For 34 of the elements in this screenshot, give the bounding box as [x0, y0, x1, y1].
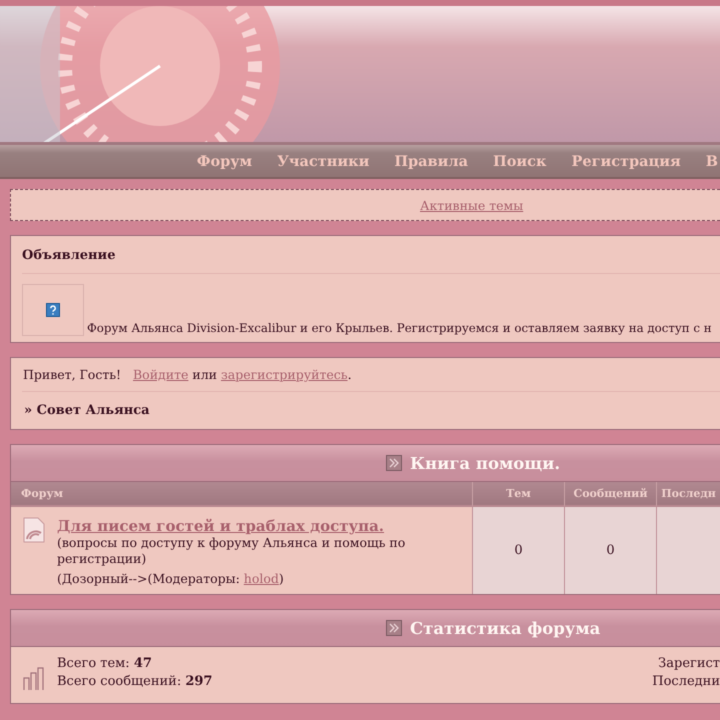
stat-line: Последни [652, 673, 720, 692]
forum-description: (вопросы по доступу к форуму Альянса и помощь по регистрации) [57, 535, 406, 566]
welcome-text: Привет, Гость! Войдите или зарегистрируйтесь. [22, 366, 353, 384]
stat-line: Всего тем: 47 [57, 655, 153, 674]
stat-line: Всего сообщений: 297 [57, 673, 214, 692]
column-header: Последн [656, 482, 720, 507]
double-chevron-icon [386, 620, 402, 636]
breadcrumb: » Совет Альянса [23, 402, 151, 420]
nav-link[interactable]: Поиск [493, 152, 546, 170]
column-header: Тем [472, 482, 564, 507]
active-topics-link[interactable]: Активные темы [420, 198, 524, 212]
forum-title-link[interactable]: Для писем гостей и траблах доступа. [57, 517, 384, 535]
topics-count: 0 [472, 507, 564, 594]
forum-page-icon [23, 517, 45, 543]
nav-link[interactable]: Участники [277, 152, 370, 170]
column-header: Сообщений [564, 482, 656, 507]
nav-link[interactable]: Регистрация [571, 152, 681, 170]
stats-title: Статистика форума [410, 618, 600, 638]
login-link[interactable]: Войдите [133, 367, 188, 382]
category-title: Книга помощи. [410, 454, 560, 472]
announcement-text: Форум Альянса Division-Excalibur и его Крыльев. Регистрируемся и оставляем заявку на доступ с н [87, 321, 712, 336]
double-chevron-icon [386, 455, 402, 471]
bar-chart-icon [23, 665, 45, 692]
nav-link[interactable]: Правила [394, 152, 468, 170]
moderator-link[interactable]: holod [244, 571, 279, 586]
stat-line: Зарегист [657, 655, 720, 674]
register-link[interactable]: зарегистрируйтесь [220, 367, 348, 382]
posts-count: 0 [564, 507, 656, 594]
announcement-title: Объявление [21, 247, 116, 265]
column-header: Форум [11, 482, 472, 507]
nav-link[interactable]: Форум [196, 152, 252, 170]
question-mark-icon [46, 303, 60, 317]
moderators-text: (Дозорный-->(Модераторы: holod) [57, 571, 285, 586]
nav-link[interactable]: В [706, 152, 718, 170]
